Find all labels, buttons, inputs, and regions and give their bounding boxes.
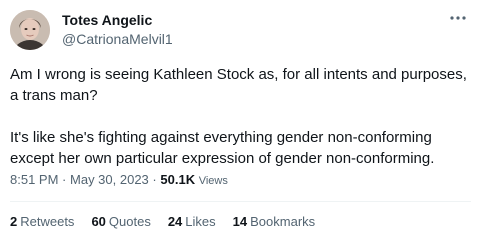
retweets-stat[interactable]: 2 Retweets <box>10 214 74 229</box>
tweet-meta: 8:51 PM · May 30, 2023 · 50.1K Views <box>10 172 228 187</box>
tweet-paragraph: Am I wrong is seeing Kathleen Stock as, … <box>10 66 467 104</box>
more-horizontal-icon[interactable] <box>449 14 467 22</box>
tweet-card: Totes Angelic @CatrionaMelvil1 Am I wron… <box>0 0 481 240</box>
quotes-stat[interactable]: 60 Quotes <box>91 214 150 229</box>
meta-separator: · <box>152 172 157 187</box>
likes-count: 24 <box>167 214 183 229</box>
bookmarks-stat[interactable]: 14 Bookmarks <box>233 214 316 229</box>
tweet-time[interactable]: 8:51 PM <box>10 172 58 187</box>
avatar-photo-icon <box>10 10 50 50</box>
quotes-count: 60 <box>91 214 106 229</box>
bookmarks-count: 14 <box>232 214 248 229</box>
engagement-stats: 2 Retweets 60 Quotes 24 Likes 14 Bookmarks <box>10 214 315 229</box>
tweet-text: Am I wrong is seeing Kathleen Stock as, … <box>10 64 472 169</box>
author-avatar[interactable] <box>10 10 50 50</box>
quotes-label: Quotes <box>108 214 151 229</box>
retweets-count: 2 <box>10 214 18 229</box>
bookmarks-label: Bookmarks <box>250 214 316 229</box>
tweet-date[interactable]: May 30, 2023 <box>70 172 149 187</box>
views-count[interactable]: 50.1K <box>160 172 195 187</box>
likes-label: Likes <box>185 214 216 229</box>
meta-separator: · <box>62 172 67 187</box>
likes-stat[interactable]: 24 Likes <box>168 214 216 229</box>
retweets-label: Retweets <box>20 214 75 229</box>
tweet-paragraph: It's like she's fighting against everyth… <box>10 129 435 167</box>
author-name[interactable]: Totes Angelic <box>62 12 152 28</box>
views-label[interactable]: Views <box>199 175 228 187</box>
divider <box>10 201 471 202</box>
author-handle[interactable]: @CatrionaMelvil1 <box>62 31 173 47</box>
